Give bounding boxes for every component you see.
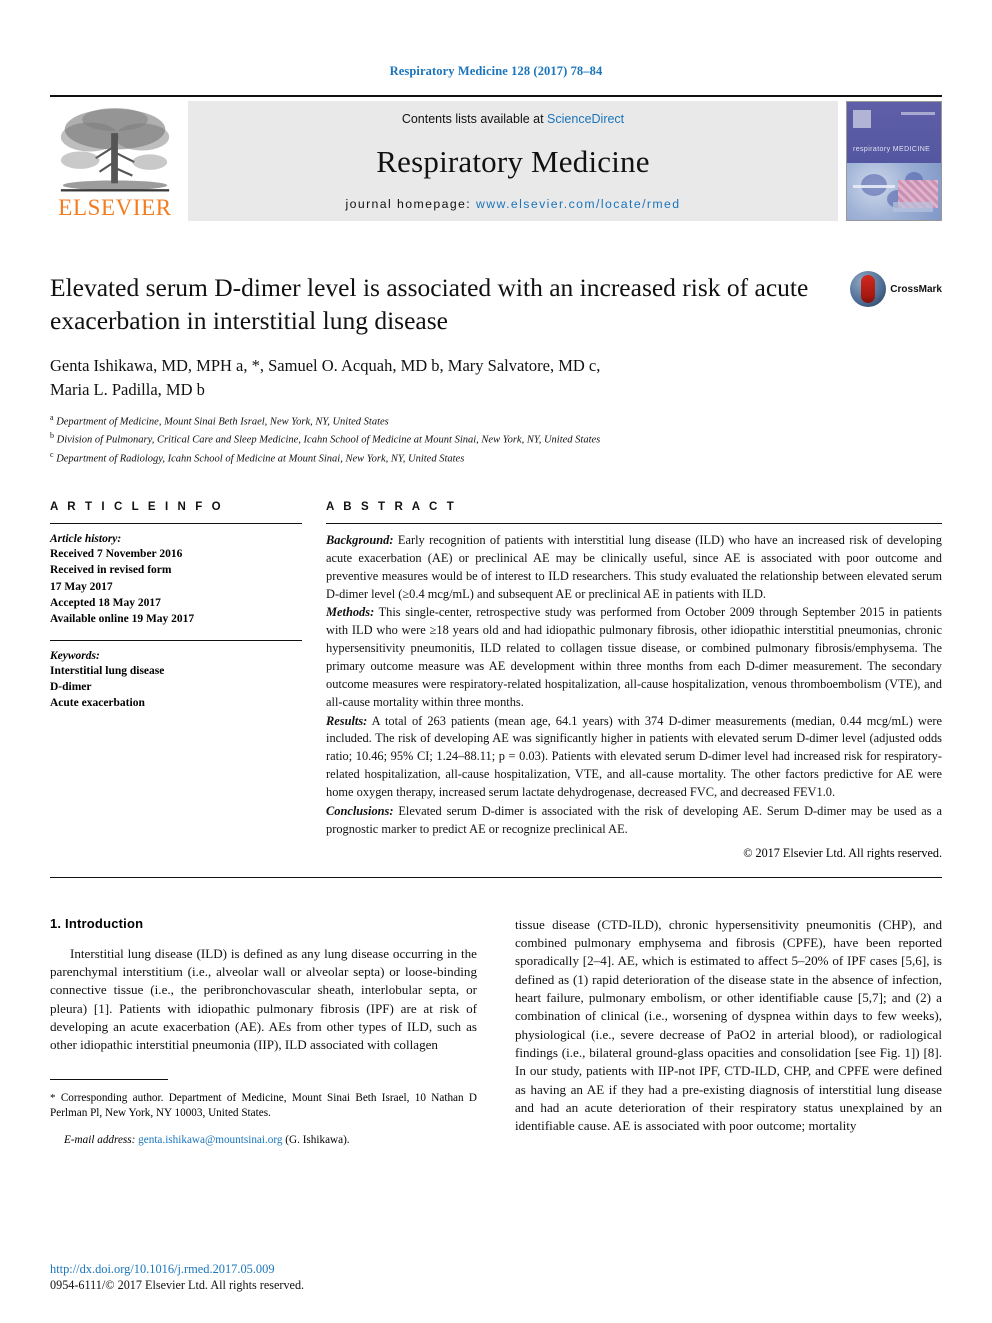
- article-info-column: A R T I C L E I N F O Article history: R…: [50, 501, 302, 861]
- email-suffix: (G. Ishikawa).: [282, 1133, 350, 1146]
- email-label: E-mail address:: [64, 1133, 136, 1146]
- abstract-bottom-rule: [50, 876, 942, 878]
- abstract-section-text: This single-center, retrospective study …: [326, 605, 942, 709]
- affiliation-mark: a: [50, 413, 54, 423]
- author-line-1: Genta Ishikawa, MD, MPH a, *, Samuel O. …: [50, 356, 601, 376]
- email-link[interactable]: genta.ishikawa@mountsinai.org: [138, 1134, 282, 1146]
- crossmark-icon: [850, 271, 887, 307]
- abstract-section-label: Background:: [326, 532, 394, 547]
- article-history-item: Received in revised form: [50, 564, 172, 577]
- abstract-section-label: Results:: [326, 713, 368, 728]
- cover-top-rule: [901, 112, 935, 115]
- abstract-section-text: A total of 263 patients (mean age, 64.1 …: [326, 713, 942, 799]
- section-title-introduction: 1. Introduction: [50, 915, 144, 931]
- cover-journal-title: respiratory MEDICINE: [853, 146, 931, 153]
- keywords-rule: [50, 639, 302, 641]
- abstract-section: Conclusions: Elevated serum D-dimer is a…: [326, 803, 942, 839]
- article-history-label: Article history:: [50, 532, 122, 545]
- affiliation-text: Department of Radiology, Icahn School of…: [56, 453, 465, 465]
- journal-title: Respiratory Medicine: [376, 143, 650, 179]
- article-info-rule: [50, 522, 302, 524]
- affiliation-mark: b: [50, 431, 54, 441]
- issn-copyright-line: 0954-6111/© 2017 Elsevier Ltd. All right…: [50, 1278, 305, 1292]
- abstract-section-label: Conclusions:: [326, 803, 394, 818]
- cover-footer-strip: [893, 202, 933, 212]
- abstract-column: A B S T R A C T Background: Early recogn…: [326, 501, 942, 861]
- intro-paragraph-right: tissue disease (CTD-ILD), chronic hypers…: [515, 916, 942, 1134]
- page-title: Elevated serum D-dimer level is associat…: [50, 273, 809, 336]
- abstract-section-text: Early recognition of patients with inter…: [326, 532, 942, 601]
- contents-prefix-text: Contents lists available at: [401, 112, 548, 126]
- email-note: E-mail address: genta.ishikawa@mountsina…: [50, 1133, 477, 1148]
- paper-page: Respiratory Medicine 128 (2017) 78–84 EL…: [0, 0, 992, 1323]
- affiliation-text: Department of Medicine, Mount Sinai Beth…: [56, 416, 389, 428]
- cover-url-strip: [853, 185, 895, 188]
- affiliation-text: Division of Pulmonary, Critical Care and…: [56, 434, 601, 446]
- author-line-2: Maria L. Padilla, MD b: [50, 380, 205, 400]
- body-column-right: tissue disease (CTD-ILD), chronic hypers…: [515, 916, 942, 1160]
- keyword-item: Acute exacerbation: [50, 697, 145, 710]
- article-history-item: Accepted 18 May 2017: [50, 596, 161, 609]
- masthead-top-rule: [50, 95, 942, 97]
- doi-link[interactable]: http://dx.doi.org/10.1016/j.rmed.2017.05…: [50, 1262, 480, 1277]
- abstract-copyright: © 2017 Elsevier Ltd. All rights reserved…: [743, 845, 942, 860]
- article-info-heading: A R T I C L E I N F O: [50, 500, 224, 513]
- footnote-rule: [50, 1078, 168, 1080]
- abstract-section-text: Elevated serum D-dimer is associated wit…: [326, 803, 942, 836]
- article-history-item: Received 7 November 2016: [50, 547, 183, 560]
- sciencedirect-link[interactable]: ScienceDirect: [547, 112, 624, 126]
- affiliation-item: a Department of Medicine, Mount Sinai Be…: [50, 412, 942, 430]
- abstract-section: Background: Early recognition of patient…: [326, 532, 942, 603]
- elsevier-wordmark: ELSEVIER: [58, 195, 172, 220]
- intro-paragraph-left: Interstitial lung disease (ILD) is defin…: [50, 945, 477, 1053]
- author-list: Genta Ishikawa, MD, MPH a, *, Samuel O. …: [50, 354, 942, 402]
- article-history-item: 17 May 2017: [50, 580, 113, 593]
- abstract-rule: [326, 522, 942, 524]
- info-abstract-row: A R T I C L E I N F O Article history: R…: [50, 501, 942, 861]
- affiliation-item: c Department of Radiology, Icahn School …: [50, 449, 942, 467]
- masthead-center: Contents lists available at ScienceDirec…: [188, 101, 838, 221]
- elsevier-tree-icon: [60, 107, 170, 192]
- cover-publisher-mark: [853, 110, 871, 128]
- affiliation-list: a Department of Medicine, Mount Sinai Be…: [50, 412, 942, 467]
- crossmark-badge[interactable]: CrossMark: [850, 271, 942, 307]
- keyword-item: D-dimer: [50, 680, 92, 693]
- article-history-item: Available online 19 May 2017: [50, 613, 195, 626]
- keywords-label: Keywords:: [50, 649, 100, 662]
- journal-masthead: ELSEVIER Contents lists available at Sci…: [50, 101, 942, 221]
- abstract-section: Methods: This single-center, retrospecti…: [326, 604, 942, 711]
- affiliation-mark: c: [50, 449, 54, 459]
- body-columns: 1. Introduction Interstitial lung diseas…: [50, 916, 942, 1160]
- crossmark-label: CrossMark: [890, 283, 942, 295]
- abstract-heading: A B S T R A C T: [326, 500, 457, 513]
- journal-homepage-url[interactable]: www.elsevier.com/locate/rmed: [476, 197, 681, 211]
- homepage-prefix-text: journal homepage:: [345, 197, 476, 211]
- abstract-section: Results: A total of 263 patients (mean a…: [326, 713, 942, 802]
- corresponding-author-note: * Corresponding author. Department of Me…: [50, 1091, 477, 1122]
- abstract-section-label: Methods:: [326, 605, 375, 620]
- footnote-block: * Corresponding author. Department of Me…: [50, 1078, 477, 1149]
- journal-cover-thumbnail: respiratory MEDICINE: [846, 101, 942, 221]
- elsevier-logo: ELSEVIER: [50, 101, 180, 221]
- title-block: CrossMark Elevated serum D-dimer level i…: [50, 271, 942, 467]
- affiliation-item: b Division of Pulmonary, Critical Care a…: [50, 430, 942, 448]
- page-footer: http://dx.doi.org/10.1016/j.rmed.2017.05…: [50, 1262, 480, 1293]
- body-column-left: 1. Introduction Interstitial lung diseas…: [50, 916, 477, 1160]
- contents-available-line: Contents lists available at ScienceDirec…: [402, 112, 624, 126]
- keyword-item: Interstitial lung disease: [50, 664, 165, 677]
- running-head: Respiratory Medicine 128 (2017) 78–84: [389, 64, 603, 78]
- journal-homepage-line: journal homepage: www.elsevier.com/locat…: [345, 197, 680, 211]
- corresponding-author-text: Corresponding author. Department of Medi…: [50, 1091, 477, 1120]
